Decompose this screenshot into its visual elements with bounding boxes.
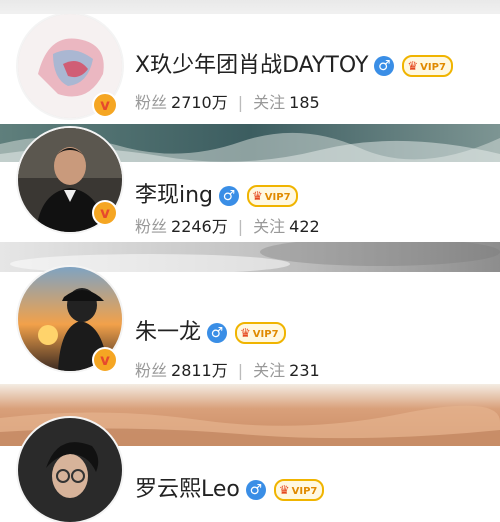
crown-icon: ♛	[278, 483, 290, 497]
fans-count[interactable]: 2811万	[171, 361, 228, 380]
fans-count[interactable]: 2710万	[171, 93, 228, 112]
fans-label: 粉丝	[135, 217, 168, 236]
user-card[interactable]: v X玖少年团肖战DAYTOY ♂ ♛ VIP7 粉丝 2710万 | 关注 185	[0, 14, 500, 124]
stat-divider: |	[237, 361, 244, 380]
user-name[interactable]: X玖少年团肖战DAYTOY	[135, 53, 368, 78]
male-gender-icon: ♂	[245, 480, 266, 500]
crown-icon: ♛	[240, 326, 251, 340]
follow-label: 关注	[253, 361, 286, 380]
follow-count[interactable]: 185	[289, 93, 320, 112]
verified-badge-icon: v	[92, 347, 118, 373]
fans-label: 粉丝	[135, 361, 168, 380]
stat-divider: |	[237, 93, 244, 112]
user-name[interactable]: 李现ing	[135, 183, 213, 208]
follow-count[interactable]: 231	[289, 361, 320, 380]
fans-count[interactable]: 2246万	[171, 217, 228, 236]
crown-icon: ♛	[407, 59, 419, 73]
follow-label: 关注	[253, 93, 286, 112]
user-name[interactable]: 朱一龙	[135, 320, 201, 345]
male-gender-icon: ♂	[219, 186, 240, 206]
verified-badge-icon: v	[92, 92, 118, 118]
male-gender-icon: ♂	[374, 56, 395, 76]
stat-divider: |	[237, 217, 244, 236]
crown-icon: ♛	[252, 189, 263, 203]
follow-count[interactable]: 422	[289, 217, 320, 236]
vip-badge[interactable]: ♛ VIP7	[273, 479, 325, 501]
follow-label: 关注	[253, 217, 286, 236]
verified-badge-icon: v	[92, 200, 118, 226]
avatar-photo-image	[18, 418, 122, 522]
vip-badge[interactable]: ♛ VIP7	[402, 55, 453, 77]
vip-badge[interactable]: ♛ VIP7	[235, 322, 286, 344]
avatar[interactable]	[18, 418, 122, 522]
vip-badge[interactable]: ♛ VIP7	[247, 185, 298, 207]
fans-label: 粉丝	[135, 93, 168, 112]
male-gender-icon: ♂	[207, 323, 228, 343]
user-name[interactable]: 罗云熙Leo	[135, 477, 240, 502]
